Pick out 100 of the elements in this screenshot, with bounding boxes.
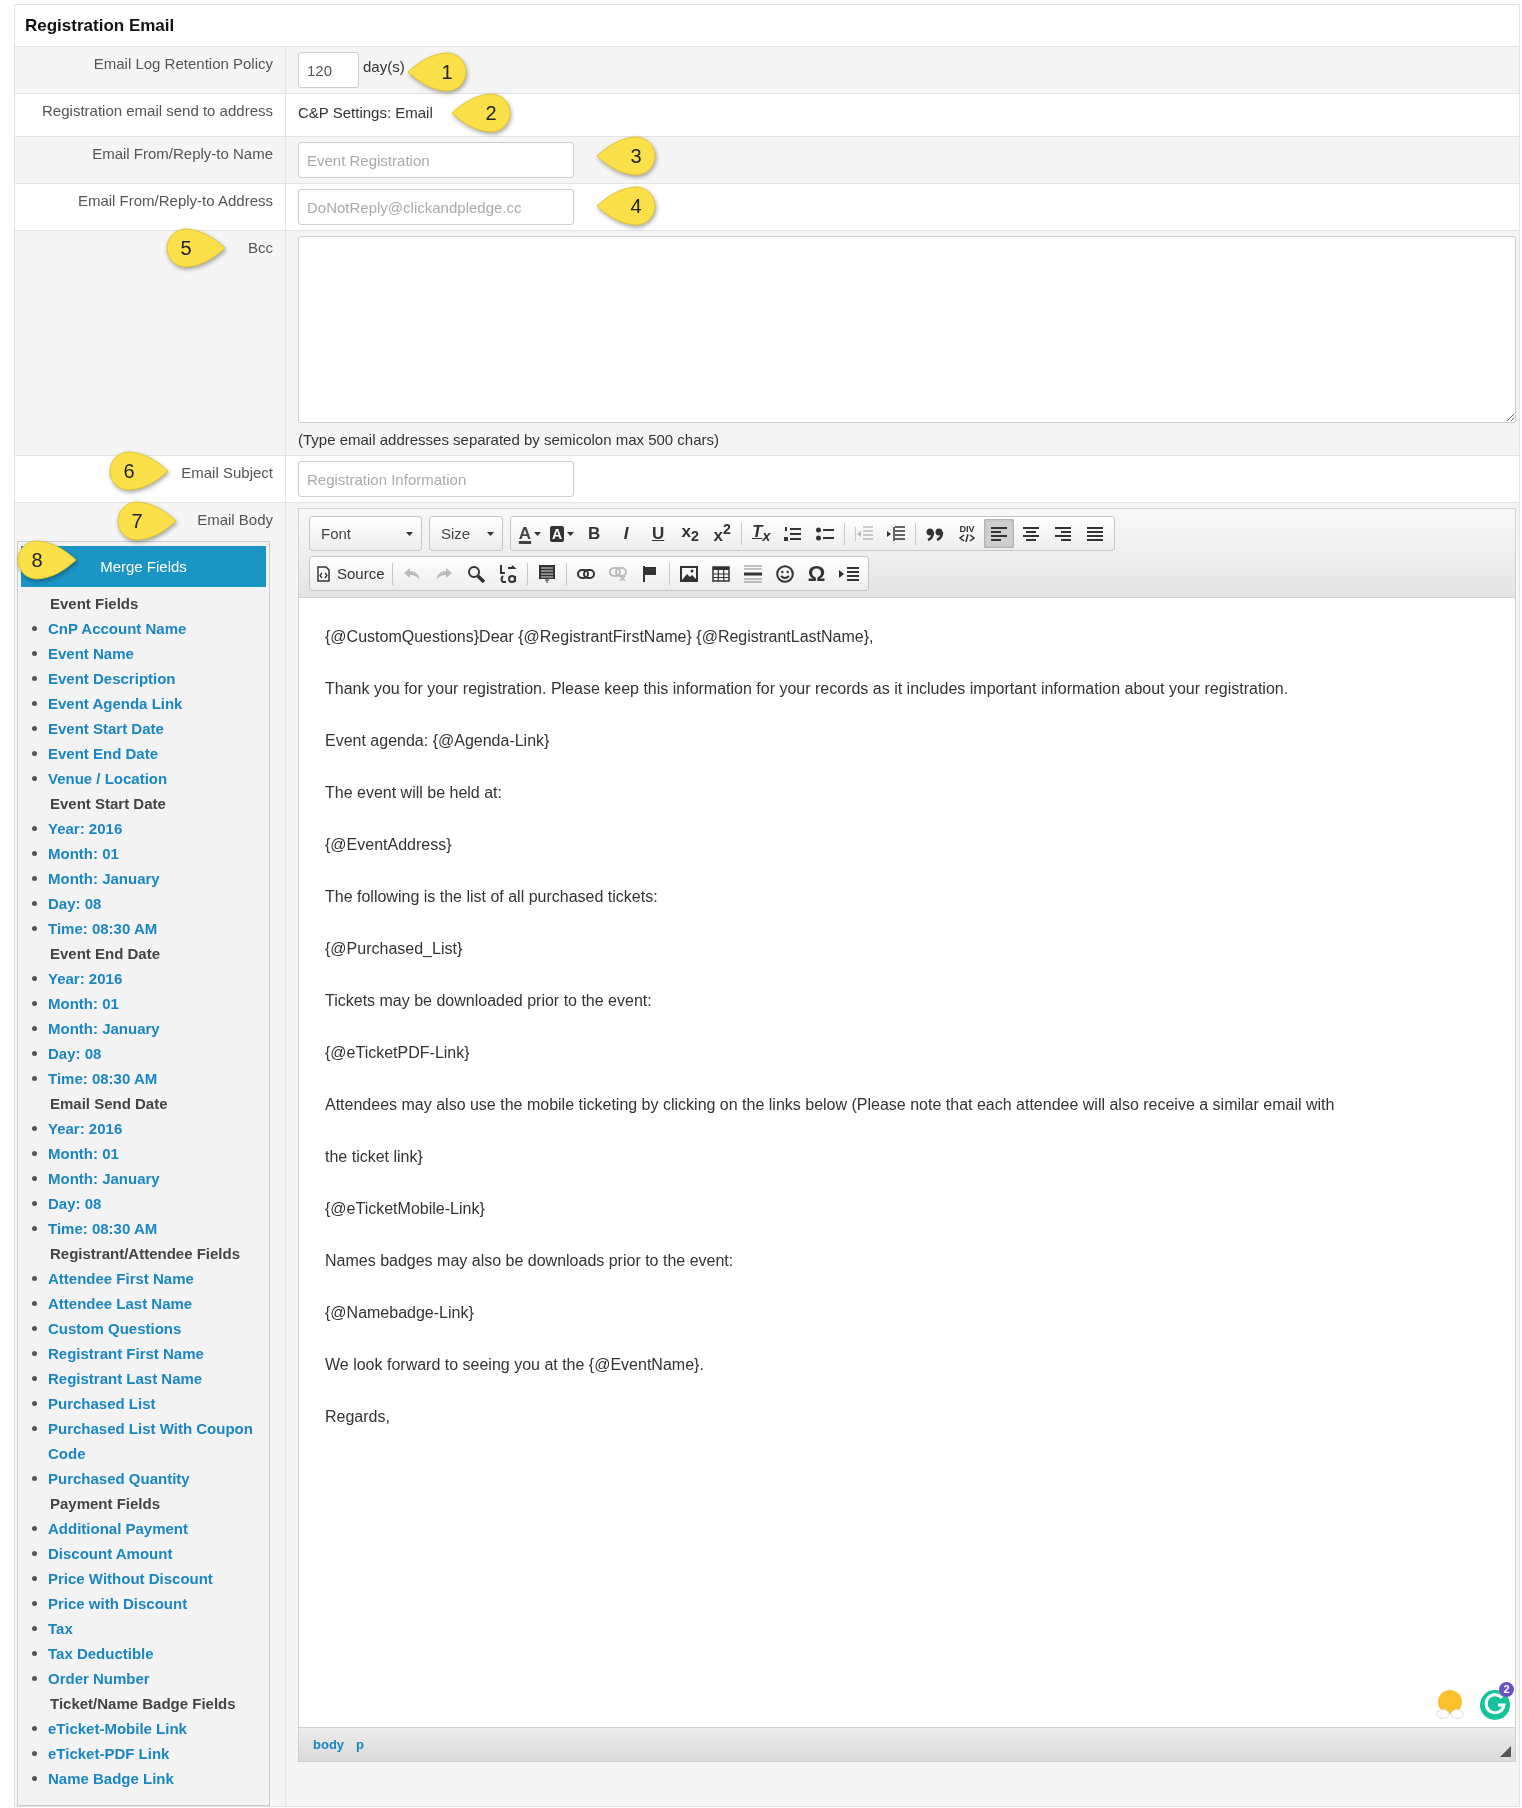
bcc-field[interactable] bbox=[298, 236, 1516, 423]
merge-field-link[interactable]: Purchased Quantity bbox=[48, 1466, 190, 1491]
merge-field-link[interactable]: Year: 2016 bbox=[48, 966, 123, 991]
bullet-icon bbox=[32, 1726, 37, 1731]
merge-field-link[interactable]: Registrant Last Name bbox=[48, 1366, 203, 1391]
merge-field-link[interactable]: Day: 08 bbox=[48, 1041, 102, 1066]
body-paragraph: Attendees may also use the mobile ticketing by clicking on the links below (Please note that each attendee will also receive a similar email with bbox=[325, 1095, 1336, 1115]
callout-tooltip: 1 bbox=[406, 51, 468, 94]
remove-format-button[interactable]: T$_{x}$ bbox=[746, 519, 777, 548]
merge-field-link[interactable]: Discount Amount bbox=[48, 1541, 173, 1566]
merge-field-link[interactable]: Tax Deductible bbox=[48, 1641, 154, 1666]
merge-field-link[interactable]: Time: 08:30 AM bbox=[48, 916, 158, 941]
merge-field-link[interactable]: Event End Date bbox=[48, 741, 159, 766]
text-color-button[interactable]: A bbox=[515, 519, 545, 548]
merge-field-link[interactable]: eTicket-Mobile Link bbox=[48, 1716, 187, 1741]
document-icon bbox=[317, 565, 330, 582]
subscript-button[interactable]: x$_{2}$ bbox=[675, 519, 706, 548]
table-icon bbox=[711, 565, 730, 582]
bullet-icon bbox=[32, 1601, 37, 1606]
input-field[interactable]: DoNotReply@clickandpledge.cc bbox=[298, 189, 574, 225]
source-button[interactable]: Source bbox=[314, 559, 388, 588]
merge-field-link[interactable]: CnP Account Name bbox=[48, 616, 187, 641]
merge-field-link[interactable]: Time: 08:30 AM bbox=[48, 1066, 158, 1091]
callout-tooltip: 3 bbox=[595, 135, 657, 178]
merge-field-link[interactable]: Year: 2016 bbox=[48, 816, 123, 841]
bullet-icon bbox=[32, 926, 37, 931]
background-color-button[interactable]: A bbox=[547, 519, 578, 548]
font-dropdown[interactable]: Font bbox=[309, 516, 422, 551]
merge-field-link[interactable]: Registrant First Name bbox=[48, 1341, 204, 1366]
body-paragraph: The following is the list of all purchased tickets: bbox=[325, 887, 659, 907]
merge-field-link[interactable]: Month: 01 bbox=[48, 991, 119, 1016]
flag-icon bbox=[642, 565, 657, 582]
input-field[interactable]: Event Registration bbox=[298, 142, 574, 178]
indent-icon bbox=[887, 525, 906, 542]
merge-field-link[interactable]: Purchased List With Coupon Code bbox=[48, 1416, 267, 1466]
merge-field-link[interactable]: Month: 01 bbox=[48, 1141, 119, 1166]
merge-field-link[interactable]: Day: 08 bbox=[48, 891, 102, 916]
number-field[interactable]: 120 bbox=[298, 52, 359, 88]
merge-field-link[interactable]: Attendee Last Name bbox=[48, 1291, 193, 1316]
merge-field-link[interactable]: Name Badge Link bbox=[48, 1766, 174, 1791]
merge-field-link[interactable]: Month: January bbox=[48, 1166, 160, 1191]
unlink-icon bbox=[608, 566, 627, 581]
bullet-icon bbox=[32, 901, 37, 906]
bold-button[interactable]: B bbox=[579, 519, 610, 548]
body-paragraph: Tickets may be downloaded prior to the event: bbox=[325, 991, 653, 1011]
italic-button[interactable]: I bbox=[611, 519, 642, 548]
bullet-icon bbox=[32, 1351, 37, 1356]
merge-field-link[interactable]: Tax bbox=[48, 1616, 73, 1641]
bullet-icon bbox=[32, 1576, 37, 1581]
merge-field-link[interactable]: Day: 08 bbox=[48, 1191, 102, 1216]
merge-field-link[interactable]: Month: January bbox=[48, 1016, 160, 1041]
bullet-icon bbox=[32, 701, 37, 706]
merge-field-link[interactable]: Attendee First Name bbox=[48, 1266, 194, 1291]
merge-field-link[interactable]: Custom Questions bbox=[48, 1316, 182, 1341]
notification-badge: 2 bbox=[1499, 1682, 1514, 1697]
merge-field-link[interactable]: Time: 08:30 AM bbox=[48, 1216, 158, 1241]
resize-handle-icon[interactable] bbox=[1500, 1746, 1511, 1757]
merge-field-link[interactable]: Year: 2016 bbox=[48, 1116, 123, 1141]
justify-icon bbox=[1087, 526, 1104, 541]
redo-icon bbox=[434, 566, 453, 581]
emoji-icon bbox=[1435, 1689, 1465, 1719]
merge-field-link[interactable]: Event Start Date bbox=[48, 716, 164, 741]
merge-field-link[interactable]: Month: January bbox=[48, 866, 160, 891]
bullet-icon bbox=[32, 1526, 37, 1531]
superscript-button[interactable]: x$^{2}$ bbox=[707, 519, 738, 548]
merge-field-link[interactable]: Order Number bbox=[48, 1666, 150, 1691]
merge-field-link[interactable]: Price with Discount bbox=[48, 1591, 188, 1616]
group-heading: Registrant/Attendee Fields bbox=[50, 1244, 241, 1264]
bullet-icon bbox=[32, 1651, 37, 1656]
section-title: Registration Email bbox=[25, 15, 175, 36]
underline-button[interactable]: U bbox=[643, 519, 674, 548]
merge-field-link[interactable]: Event Description bbox=[48, 666, 176, 691]
group-heading: Email Send Date bbox=[50, 1094, 168, 1114]
bullet-icon bbox=[32, 1126, 37, 1131]
merge-field-link[interactable]: eTicket-PDF Link bbox=[48, 1741, 170, 1766]
align-left-button[interactable] bbox=[984, 519, 1015, 548]
align-center-icon bbox=[1023, 526, 1040, 541]
numbered-list-icon bbox=[784, 525, 803, 542]
element-path-link[interactable]: p bbox=[356, 1737, 364, 1752]
element-path-link[interactable]: body bbox=[313, 1737, 345, 1752]
merge-field-link[interactable]: Event Agenda Link bbox=[48, 691, 183, 716]
merge-field-link[interactable]: Event Name bbox=[48, 641, 134, 666]
merge-field-link[interactable]: Month: 01 bbox=[48, 841, 119, 866]
bullet-icon bbox=[32, 1776, 37, 1781]
callout-tooltip: 4 bbox=[595, 185, 657, 228]
bulleted-list-icon bbox=[816, 525, 835, 542]
special-character-button[interactable]: Ω bbox=[801, 559, 832, 588]
callout-tooltip: 2 bbox=[450, 92, 512, 135]
size-dropdown[interactable]: Size bbox=[429, 516, 503, 551]
bullet-icon bbox=[32, 1201, 37, 1206]
merge-field-link[interactable]: Venue / Location bbox=[48, 766, 168, 791]
field-hint: (Type email addresses separated by semicolon max 500 chars) bbox=[298, 431, 720, 448]
div-button[interactable]: DIV bbox=[952, 519, 983, 548]
merge-field-link[interactable]: Purchased List bbox=[48, 1391, 156, 1416]
body-paragraph: {@eTicketMobile-Link} bbox=[325, 1199, 486, 1219]
input-field[interactable]: Registration Information bbox=[298, 461, 574, 497]
merge-field-link[interactable]: Additional Payment bbox=[48, 1516, 189, 1541]
merge-field-link[interactable]: Price Without Discount bbox=[48, 1566, 213, 1591]
code-icon bbox=[959, 534, 976, 542]
group-heading: Event Start Date bbox=[50, 794, 166, 814]
